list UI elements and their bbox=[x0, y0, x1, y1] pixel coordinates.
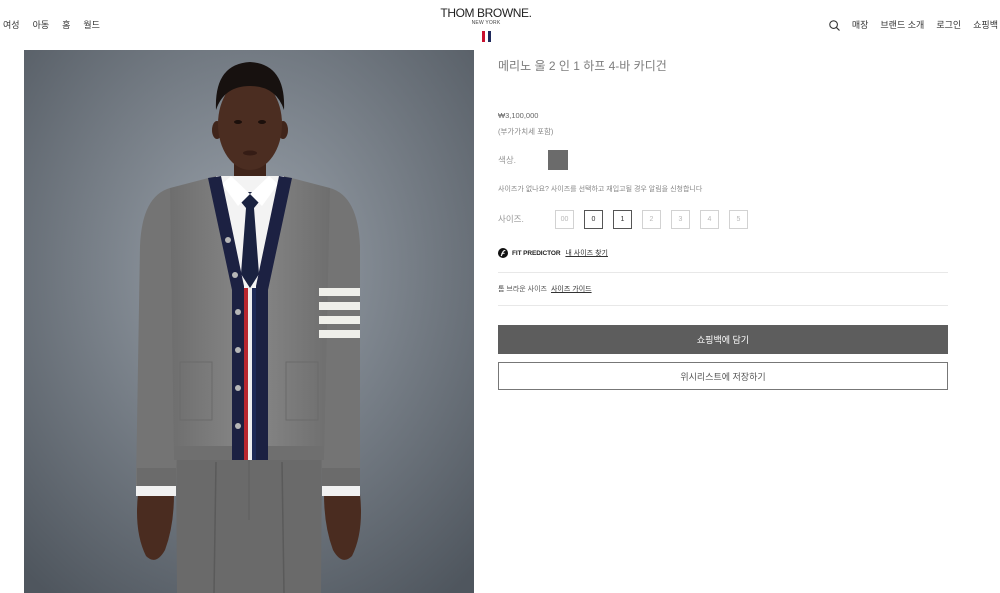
cardigan-cuff-right bbox=[322, 468, 360, 486]
nav-item-login[interactable]: 로그인 bbox=[936, 20, 961, 31]
divider bbox=[498, 305, 948, 306]
cardigan-button bbox=[235, 347, 241, 353]
product-image[interactable] bbox=[24, 50, 474, 593]
search-icon[interactable] bbox=[829, 20, 840, 31]
size-selector: 00 0 1 2 3 4 5 bbox=[555, 210, 748, 229]
primary-nav: 여성 아동 홈 월드 bbox=[3, 20, 100, 31]
model-eye-left bbox=[234, 120, 242, 124]
sleeve-stripe-4 bbox=[319, 330, 360, 338]
sleeve-stripe-2 bbox=[319, 302, 360, 310]
size-option-5[interactable]: 5 bbox=[729, 210, 748, 229]
divider bbox=[498, 272, 948, 273]
nav-item-kids[interactable]: 아동 bbox=[33, 20, 50, 31]
model-eye-right bbox=[258, 120, 266, 124]
cardigan-button bbox=[235, 309, 241, 315]
cardigan-button bbox=[225, 237, 231, 243]
search-icon-lens bbox=[829, 20, 838, 29]
nav-item-women[interactable]: 여성 bbox=[3, 20, 20, 31]
nav-item-home[interactable]: 홈 bbox=[62, 20, 70, 31]
nav-item-about-brand[interactable]: 브랜드 소개 bbox=[880, 20, 924, 31]
nav-item-world[interactable]: 월드 bbox=[83, 20, 100, 31]
sleeve-stripe-1 bbox=[319, 288, 360, 296]
cardigan-button bbox=[235, 385, 241, 391]
brand-flag-icon bbox=[436, 31, 536, 42]
fit-predictor-label: FIT PREDICTOR bbox=[512, 249, 561, 257]
brand-logo[interactable]: THOM BROWNE. NEW YORK bbox=[436, 7, 536, 42]
placket-stripe-white bbox=[248, 288, 252, 460]
nav-item-shopping-bag[interactable]: 쇼핑백 bbox=[973, 20, 998, 31]
size-guide-prefix: 톰 브라운 사이즈 bbox=[498, 286, 547, 293]
product-title: 메리노 울 2 인 1 하프 4-바 카디건 bbox=[498, 59, 667, 73]
add-to-bag-button[interactable]: 쇼핑백에 담기 bbox=[498, 325, 948, 354]
color-swatch[interactable] bbox=[548, 150, 568, 170]
model-mouth bbox=[243, 150, 257, 156]
cardigan-button bbox=[235, 423, 241, 429]
cardigan-button bbox=[232, 272, 238, 278]
size-option-0[interactable]: 0 bbox=[584, 210, 603, 229]
find-my-size-link[interactable]: 내 사이즈 찾기 bbox=[565, 248, 608, 258]
sleeve-stripe-3 bbox=[319, 316, 360, 324]
fit-predictor-logo-icon bbox=[498, 248, 508, 258]
size-option-2[interactable]: 2 bbox=[642, 210, 661, 229]
size-guide-link[interactable]: 사이즈 가이드 bbox=[551, 285, 592, 294]
size-option-3[interactable]: 3 bbox=[671, 210, 690, 229]
brand-city: NEW YORK bbox=[471, 20, 501, 26]
flag-stripe-blue bbox=[487, 31, 491, 42]
size-option-1[interactable]: 1 bbox=[613, 210, 632, 229]
brand-name: THOM BROWNE. bbox=[440, 6, 532, 20]
placket-stripe-blue bbox=[252, 288, 256, 460]
product-photo bbox=[24, 50, 474, 593]
cardigan-cuff-left bbox=[137, 468, 176, 486]
size-restock-notice: 사이즈가 없나요? 사이즈를 선택하고 재입고될 경우 알림을 신청합니다 bbox=[498, 186, 703, 193]
search-icon-handle bbox=[835, 26, 840, 31]
add-to-wishlist-button[interactable]: 위시리스트에 저장하기 bbox=[498, 362, 948, 390]
size-label: 사이즈. bbox=[498, 214, 524, 224]
price-tax-note: (부가가치세 포함) bbox=[498, 127, 554, 136]
size-option-00[interactable]: 00 bbox=[555, 210, 574, 229]
color-label: 색상. bbox=[498, 155, 517, 165]
size-guide: 톰 브라운 사이즈 사이즈 가이드 bbox=[498, 285, 592, 294]
utility-nav: 매장 브랜드 소개 로그인 쇼핑백 bbox=[829, 20, 998, 31]
size-option-4[interactable]: 4 bbox=[700, 210, 719, 229]
product-price: ₩3,100,000 bbox=[498, 111, 539, 120]
fit-predictor: FIT PREDICTOR 내 사이즈 찾기 bbox=[498, 248, 608, 258]
nav-item-stores[interactable]: 매장 bbox=[852, 20, 869, 31]
placket-stripe-red bbox=[244, 288, 248, 460]
site-header: 여성 아동 홈 월드 THOM BROWNE. NEW YORK 매장 브랜드 … bbox=[0, 0, 1000, 50]
